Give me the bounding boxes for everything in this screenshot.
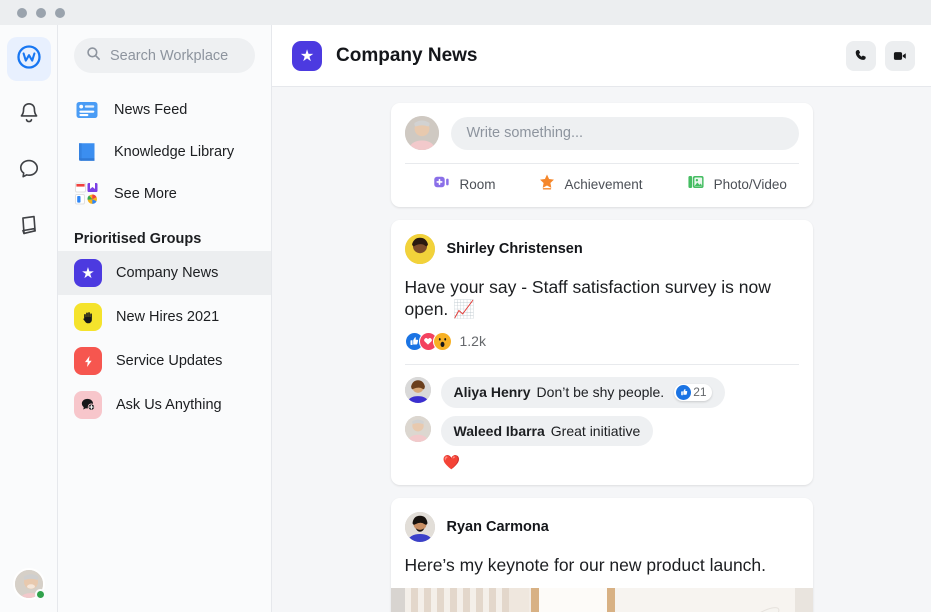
bell-icon xyxy=(16,100,42,131)
video-camera-icon xyxy=(893,51,906,60)
main-content: ★ Company News Write something... Room A… xyxy=(272,25,931,612)
post-author: Shirley Christensen xyxy=(446,241,583,257)
composer-action-label: Achievement xyxy=(564,177,643,192)
knowledge-library-icon xyxy=(74,139,100,165)
search-placeholder: Search Workplace xyxy=(110,47,229,64)
group-header: ★ Company News xyxy=(272,25,931,87)
video-call-button[interactable] xyxy=(885,40,915,71)
create-room-button[interactable]: Room xyxy=(433,173,496,196)
workplace-logo-icon xyxy=(16,44,42,75)
sidebar-group-ask-us-anything[interactable]: Ask Us Anything xyxy=(58,383,271,427)
comment-bubble[interactable]: Aliya Henry Don’t be shy people. 21 xyxy=(440,376,725,408)
post-body: Here’s my keynote for our new product la… xyxy=(404,554,767,575)
voice-call-button[interactable] xyxy=(846,40,876,71)
reaction-count: 1.2k xyxy=(459,333,486,350)
composer-action-label: Photo/Video xyxy=(713,177,787,192)
sidebar-group-new-hires[interactable]: New Hires 2021 xyxy=(58,295,271,339)
composer-action-label: Room xyxy=(459,177,496,192)
comment-text: Great initiative xyxy=(550,422,641,439)
sidebar-item-label: News Feed xyxy=(114,102,188,118)
raised-hand-icon xyxy=(74,303,102,331)
feed: Write something... Room Achievement Phot… xyxy=(272,87,931,612)
see-more-icon xyxy=(74,181,100,207)
phone-icon xyxy=(855,49,866,60)
sidebar-item-label: See More xyxy=(114,186,177,202)
avatar xyxy=(404,116,439,150)
rail-user-avatar[interactable] xyxy=(12,568,46,600)
comment-author: Waleed Ibarra xyxy=(453,422,545,439)
nav-list: News Feed Knowledge Library See More xyxy=(58,89,271,215)
rail-item-library[interactable] xyxy=(7,205,51,249)
online-status-dot xyxy=(34,589,46,600)
rail-item-chat[interactable] xyxy=(7,149,51,193)
groups-list: ★ Company News New Hires 2021 Service Up… xyxy=(58,251,271,427)
star-icon: ★ xyxy=(292,40,322,71)
news-feed-icon xyxy=(74,97,100,123)
nav-sidebar: Search Workplace News Feed Knowledge Lib… xyxy=(58,25,272,612)
sidebar-group-label: New Hires 2021 xyxy=(116,309,220,325)
window-minimize-dot[interactable] xyxy=(36,7,46,18)
search-container: Search Workplace xyxy=(58,25,271,73)
composer-row: Write something... xyxy=(391,103,813,163)
rail-item-workplace[interactable] xyxy=(6,37,51,81)
post-card: Shirley Christensen Have your say - Staf… xyxy=(390,220,813,485)
rail-item-notifications[interactable] xyxy=(7,93,51,137)
post-header: Shirley Christensen xyxy=(391,220,813,264)
book-icon xyxy=(16,212,42,243)
workplace-app-window: Search Workplace News Feed Knowledge Lib… xyxy=(0,0,931,612)
window-maximize-dot[interactable] xyxy=(55,7,65,18)
window-titlebar xyxy=(0,0,931,25)
sidebar-group-company-news[interactable]: ★ Company News xyxy=(58,251,271,295)
avatar[interactable] xyxy=(404,415,431,442)
sidebar-group-service-updates[interactable]: Service Updates xyxy=(58,339,271,383)
post-header: Ryan Carmona xyxy=(391,498,813,542)
like-icon xyxy=(676,384,692,400)
photo-video-icon xyxy=(687,173,705,196)
create-achievement-button[interactable]: Achievement xyxy=(538,173,643,196)
comment-item: Waleed Ibarra Great initiative xyxy=(404,415,799,446)
search-input[interactable]: Search Workplace xyxy=(74,38,255,73)
composer-card: Write something... Room Achievement Phot… xyxy=(390,103,813,207)
comment-author: Aliya Henry xyxy=(453,384,531,401)
sidebar-group-label: Service Updates xyxy=(116,353,223,369)
composer-input[interactable]: Write something... xyxy=(450,116,799,150)
sidebar-group-label: Company News xyxy=(116,265,219,281)
sidebar-item-label: Knowledge Library xyxy=(114,144,235,160)
comment-like-count: 21 xyxy=(693,385,707,400)
composer-placeholder: Write something... xyxy=(466,125,584,141)
wow-reaction-icon xyxy=(432,331,452,351)
sidebar-group-label: Ask Us Anything xyxy=(116,397,222,413)
achievement-star-icon xyxy=(538,173,556,196)
post-reactions[interactable]: 1.2k xyxy=(391,321,813,364)
comment-heart-reaction[interactable]: ❤️ xyxy=(443,454,799,471)
question-chat-icon xyxy=(74,391,102,419)
groups-section-title: Prioritised Groups xyxy=(74,231,202,247)
search-icon xyxy=(86,46,101,66)
icon-rail xyxy=(0,25,58,612)
lightning-bolt-icon xyxy=(74,347,102,375)
chat-bubble-icon xyxy=(16,156,42,187)
reaction-stack xyxy=(404,331,452,351)
post-body: Have your say - Staff satisfaction surve… xyxy=(404,277,771,320)
room-icon xyxy=(433,173,451,196)
post-photo[interactable] xyxy=(390,588,813,612)
post-author: Ryan Carmona xyxy=(446,518,549,535)
sidebar-item-news-feed[interactable]: News Feed xyxy=(58,89,271,131)
comment-bubble[interactable]: Waleed Ibarra Great initiative xyxy=(440,415,654,446)
avatar[interactable] xyxy=(404,234,435,264)
sidebar-item-see-more[interactable]: See More xyxy=(58,173,271,215)
comment-like-badge[interactable]: 21 xyxy=(674,383,712,401)
window-close-dot[interactable] xyxy=(17,7,27,18)
comment-text: Don’t be shy people. xyxy=(536,384,665,401)
comments-list: Aliya Henry Don’t be shy people. 21 Wale… xyxy=(391,365,813,485)
post-card: Ryan Carmona Here’s my keynote for our n… xyxy=(390,497,813,612)
comment-item: Aliya Henry Don’t be shy people. 21 xyxy=(404,376,799,408)
avatar[interactable] xyxy=(404,376,431,403)
avatar[interactable] xyxy=(404,511,435,542)
star-icon: ★ xyxy=(74,259,102,287)
composer-actions: Room Achievement Photo/Video xyxy=(391,164,813,207)
sidebar-item-knowledge-library[interactable]: Knowledge Library xyxy=(58,131,271,173)
page-title: Company News xyxy=(336,44,478,66)
add-photo-video-button[interactable]: Photo/Video xyxy=(687,173,787,196)
